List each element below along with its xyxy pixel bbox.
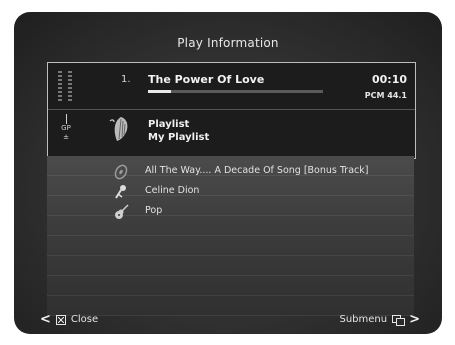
disc-icon [114,164,128,180]
screen-title: Play Information [177,36,279,50]
playlist-label: Playlist [148,119,190,130]
elapsed-time: 00:10 [371,73,407,86]
close-icon [55,314,66,325]
genre-row: Pop [47,202,414,222]
progress-fill [148,90,171,93]
playlist-icon [109,117,128,141]
chevron-right-icon: > [409,312,420,327]
close-button[interactable]: < Close [40,312,98,327]
close-label: Close [70,314,99,325]
artist-row: Celine Dion [47,182,414,202]
playlist-name: My Playlist [148,132,210,143]
track-details: All The Way.... A Decade Of Song [Bonus … [47,156,414,316]
submenu-icon [392,314,406,326]
gp-label: GP [61,124,71,132]
track-title: The Power Of Love [148,73,265,86]
submenu-label: Submenu [339,314,388,325]
level-meter-icon [58,71,72,101]
chevron-left-icon: < [40,312,51,327]
gp-icon: GP ± [55,114,77,152]
artist-name: Celine Dion [145,185,200,196]
footer-bar: < Close Submenu > [14,312,442,332]
audio-format: PCM 44.1 [364,91,407,100]
submenu-button[interactable]: Submenu > [339,312,420,327]
album-title: All The Way.... A Decade Of Song [Bonus … [145,165,369,176]
genre-name: Pop [145,205,163,216]
track-row: 1. The Power Of Love 00:10 PCM 44.1 [48,63,415,110]
progress-bar [148,90,323,93]
microphone-icon [115,185,126,199]
track-number: 1. [121,74,131,85]
album-row: All The Way.... A Decade Of Song [Bonus … [47,162,414,182]
now-playing-panel: 1. The Power Of Love 00:10 PCM 44.1 GP ±… [47,62,416,159]
playlist-row: GP ± Playlist My Playlist [48,110,415,158]
play-information-screen: Play Information 1. The Power Of Love 00… [14,12,442,334]
guitar-icon [115,204,129,219]
